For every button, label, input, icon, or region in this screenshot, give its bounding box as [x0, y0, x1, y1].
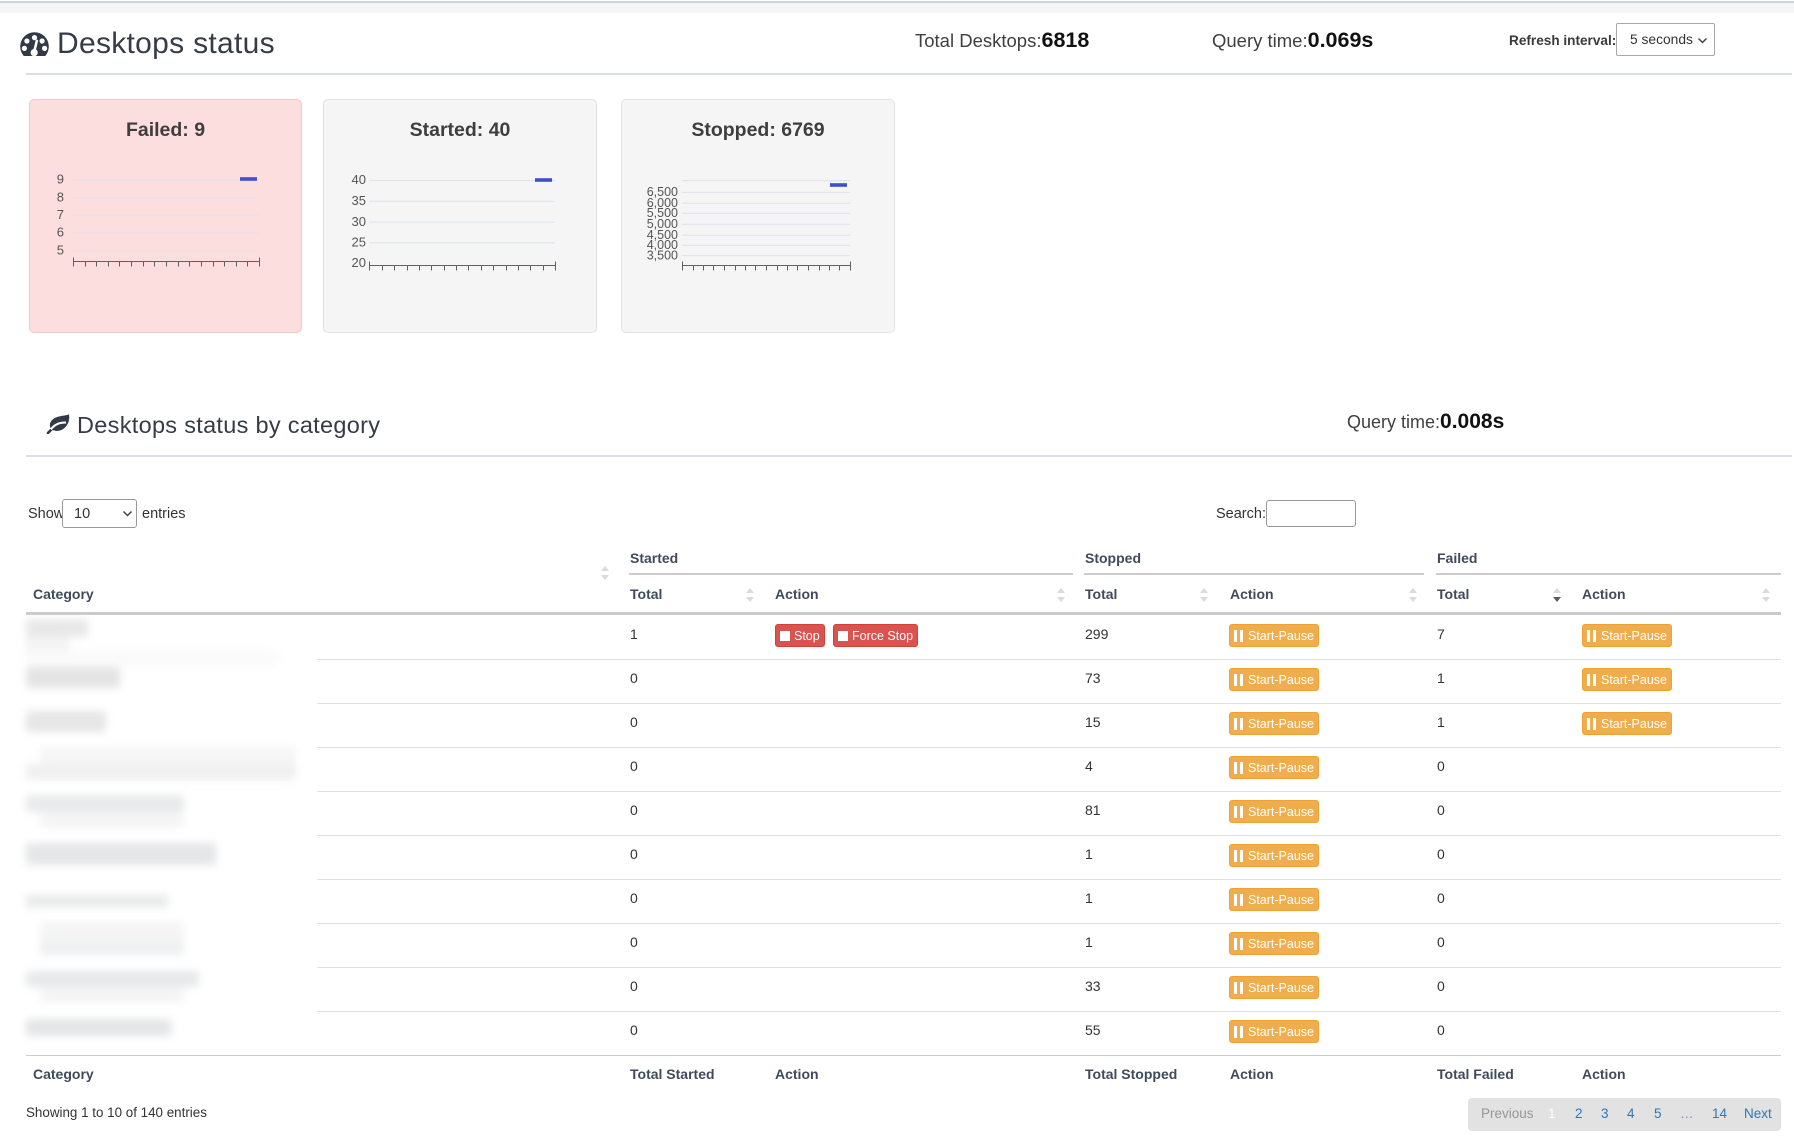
svg-text:3,500: 3,500: [647, 248, 678, 262]
svg-text:9: 9: [57, 172, 64, 187]
svg-text:35: 35: [352, 193, 366, 208]
svg-text:8: 8: [57, 190, 64, 205]
svg-text:20: 20: [352, 255, 366, 270]
svg-text:40: 40: [352, 172, 366, 187]
svg-text:25: 25: [352, 235, 366, 250]
svg-text:7: 7: [57, 207, 64, 222]
svg-text:6: 6: [57, 225, 64, 240]
svg-text:30: 30: [352, 214, 366, 229]
svg-text:5: 5: [57, 243, 64, 258]
